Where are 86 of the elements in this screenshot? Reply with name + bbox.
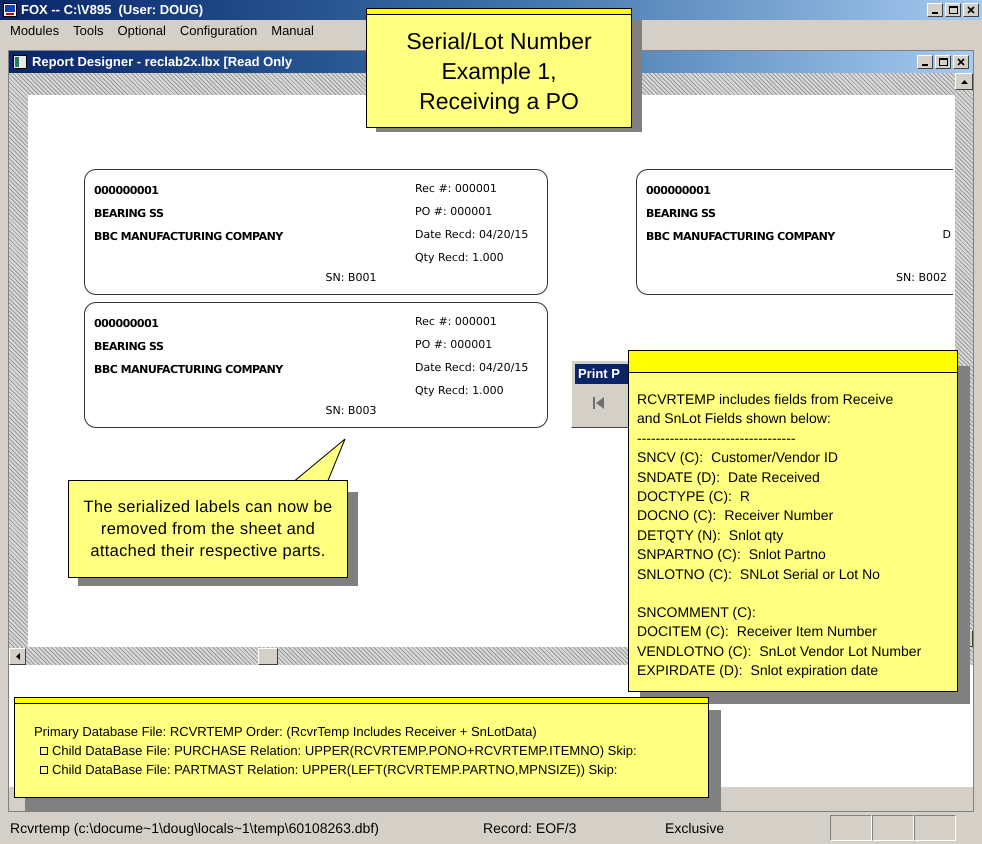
label-text: BEARING SS — [94, 206, 164, 220]
child-database-text: Child DataBase File: PURCHASE Relation: UPPER(RCVRTEMP.PONO+RCVRTEMP.ITEMNO) Skip: — [52, 742, 637, 760]
label-field: PO #: 000001 — [407, 204, 547, 221]
callout-text: RCVRTEMP includes fields from Receive — [637, 390, 894, 409]
field-description: Snlot expiration date — [750, 661, 878, 680]
scroll-up-button[interactable] — [955, 73, 973, 90]
field-name: EXPIRDATE (D): — [637, 661, 743, 680]
toolbar-title: Print P — [578, 365, 620, 384]
scroll-thumb[interactable] — [258, 648, 278, 664]
menu-item[interactable]: Configuration — [180, 21, 258, 41]
close-button[interactable] — [953, 55, 969, 69]
primary-database-text: Primary Database File: RCVRTEMP Order: (RcvrTemp Includes Receiver + SnLotData) — [34, 723, 538, 741]
label-field: PO #: 000001 — [407, 337, 547, 354]
field-description: Date Received — [728, 468, 820, 487]
field-name: DOCITEM (C): — [637, 622, 729, 642]
left-arrow-icon — [16, 652, 20, 660]
menu-item[interactable]: Modules — [10, 21, 60, 41]
field-name: SNPARTNO (C): — [637, 545, 741, 564]
field-name: DOCNO (C): — [637, 506, 716, 526]
app-icon — [3, 3, 17, 17]
minimize-button[interactable] — [927, 3, 943, 17]
field-name: VENDLOTNO (C): — [637, 642, 752, 661]
label-field: Rec #: 000001 — [407, 314, 547, 331]
close-button[interactable] — [963, 3, 979, 17]
callout-title: Example 1, — [441, 57, 557, 86]
label-text: BBC MANUFACTURING COMPANY — [646, 230, 835, 242]
tree-node-icon — [40, 746, 48, 754]
callout-text: and SnLot Fields shown below: — [637, 409, 832, 428]
status-file: Rcvrtemp (c:\docume~1\doug\locals~1\temp\60108263.dbf) — [10, 818, 380, 838]
field-description: R — [740, 487, 750, 506]
label-field: Qty Recd: 1.000 — [407, 250, 547, 267]
menu-item[interactable]: Optional — [118, 21, 166, 41]
menu-item[interactable]: Manual — [271, 21, 314, 41]
callout-title: Receiving a PO — [419, 87, 579, 116]
serial-number: SN: B001 — [324, 270, 376, 286]
label-text: 000000001 — [94, 184, 158, 196]
status-record: Record: EOF/3 — [483, 818, 578, 838]
minimize-button[interactable] — [917, 55, 933, 69]
document-icon — [13, 55, 27, 69]
label-field: Qty Recd: 1.000 — [407, 383, 547, 400]
maximize-icon — [938, 58, 948, 66]
label-text: 000000001 — [646, 184, 710, 196]
field-description: Receiver Item Number — [736, 622, 877, 642]
label-text: BBC MANUFACTURING COMPANY — [94, 362, 283, 376]
field-name: DOCTYPE (C): — [637, 487, 732, 506]
label-field: Rec #: 000001 — [407, 181, 547, 198]
menu-item[interactable]: Tools — [73, 21, 104, 41]
maximize-button[interactable] — [935, 55, 951, 69]
callout-title: Serial/Lot Number — [406, 27, 592, 56]
close-icon — [967, 6, 975, 14]
serial-number: SN: B003 — [324, 402, 376, 418]
field-name: DETQTY (N): — [637, 526, 721, 545]
label-field: Date Recd: 04/20/15 — [407, 227, 547, 244]
child-database-text: Child DataBase File: PARTMAST Relation: UPPER(LEFT(RCVRTEMP.PARTNO,MPNSIZE)) Skip: — [52, 761, 618, 779]
field-description: Snlot qty — [728, 526, 784, 545]
scroll-left-button[interactable] — [9, 648, 26, 664]
field-name: SNLOTNO (C): — [637, 564, 732, 584]
label-text: 000000001 — [94, 316, 158, 330]
close-icon — [957, 58, 965, 66]
separator-text: ---------------------------------- — [637, 428, 797, 448]
up-arrow-icon — [960, 80, 968, 84]
tree-node-icon — [40, 766, 48, 774]
maximize-icon — [948, 6, 958, 14]
first-page-icon[interactable] — [593, 396, 605, 410]
window-title: FOX -- C:\V895 (User: DOUG) — [21, 1, 204, 20]
field-description: Receiver Number — [724, 506, 834, 526]
label-text: BBC MANUFACTURING COMPANY — [94, 230, 283, 242]
status-panel — [914, 815, 956, 841]
status-panel — [830, 815, 872, 841]
serial-number: SN: B002 — [896, 270, 948, 286]
status-panel — [872, 815, 914, 841]
field-description: SNLot Serial or Lot No — [740, 564, 880, 584]
field-name: SNDATE (D): — [637, 468, 720, 487]
field-name: SNCV (C): — [637, 448, 704, 468]
label-text: BEARING SS — [646, 206, 716, 220]
status-mode: Exclusive — [665, 818, 726, 838]
callout-text: The serialized labels can now be removed from the sheet and attached their respective parts. — [82, 497, 334, 562]
window-title: Report Designer - reclab2x.lbx [Read Only — [32, 53, 292, 72]
label-field: D — [942, 227, 953, 244]
field-description: SnLot Vendor Lot Number — [759, 642, 922, 661]
field-description: Customer/Vendor ID — [711, 448, 838, 468]
maximize-button[interactable] — [945, 3, 961, 17]
label-field: Date Recd: 04/20/15 — [407, 360, 547, 377]
label-text: BEARING SS — [94, 340, 164, 352]
field-name: SNCOMMENT (C): — [637, 603, 756, 622]
field-description: Snlot Partno — [748, 545, 826, 564]
